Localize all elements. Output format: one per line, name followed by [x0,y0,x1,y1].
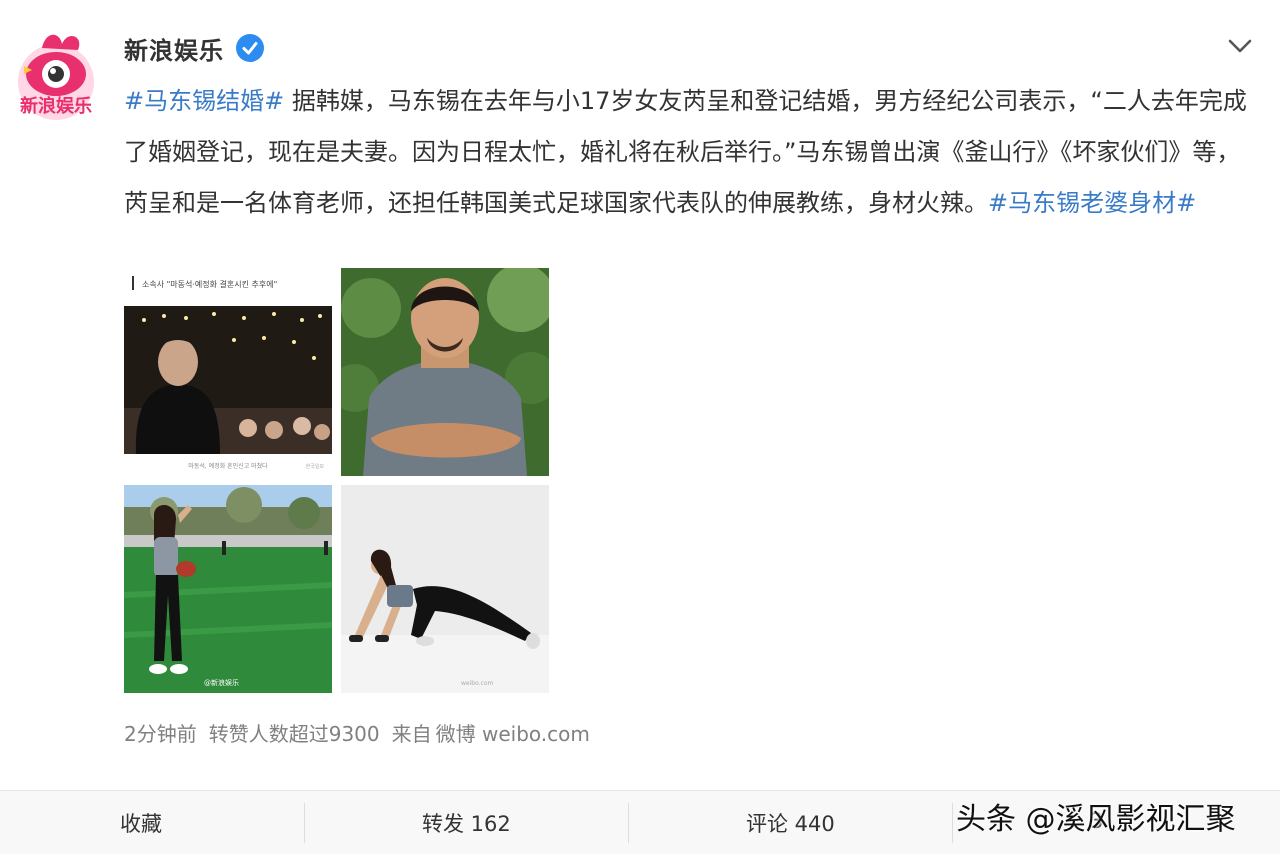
avatar-label: 新浪娱乐 [20,95,92,117]
photo-header-text: 소속사 "마동석·예정화 결혼시킨 추후에" [142,279,277,289]
avatar[interactable]: 新浪娱乐 [12,26,100,126]
post-text: #马东锡结婚# 据韩媒，马东锡在去年与小17岁女友芮呈和登记结婚，男方经纪公司表… [124,76,1254,229]
photo-watermark: @新浪娱乐 [204,678,239,687]
comment-button[interactable]: 评论 440 [746,791,835,854]
verified-badge-icon [236,34,264,62]
author-name[interactable]: 新浪娱乐 [124,31,224,66]
post-photo[interactable]: weibo.com [341,485,549,693]
favorite-button[interactable]: 收藏 [120,791,162,854]
divider [304,803,305,843]
post-time: 2分钟前 [124,722,197,746]
repost-count-text: 转赞人数超过9300 [208,722,380,746]
chevron-down-icon[interactable] [1226,36,1254,56]
comment-label: 评论 440 [746,812,835,836]
post-photo[interactable]: @新浪娱乐 [124,485,332,693]
repost-label: 转发 162 [422,812,511,836]
favorite-label: 收藏 [120,812,162,836]
post-photo[interactable] [341,268,549,476]
photo-watermark: weibo.com [461,680,494,687]
post-meta: 2分钟前 转赞人数超过9300 来自 微博 weibo.com [124,718,590,747]
author-row: 新浪娱乐 [124,30,264,66]
watermark-text: 头条 @溪风影视汇聚 [956,802,1236,837]
post-photo[interactable]: 소속사 "마동석·예정화 결혼시킨 추후에" 마동석, 예정화 혼인신고 마쳤다… [124,268,332,476]
divider [952,803,953,843]
hashtag-link[interactable]: #马东锡老婆身材# [988,189,1196,217]
repost-button[interactable]: 转发 162 [422,791,511,854]
hashtag-link[interactable]: #马东锡结婚# [124,87,284,115]
source-link[interactable]: 微博 weibo.com [436,718,590,747]
photo-caption: 마동석, 예정화 혼인신고 마쳤다 [188,462,268,470]
divider [628,803,629,843]
source-prefix: 来自 [391,722,432,746]
photo-badge: 한국일보 [306,463,325,470]
